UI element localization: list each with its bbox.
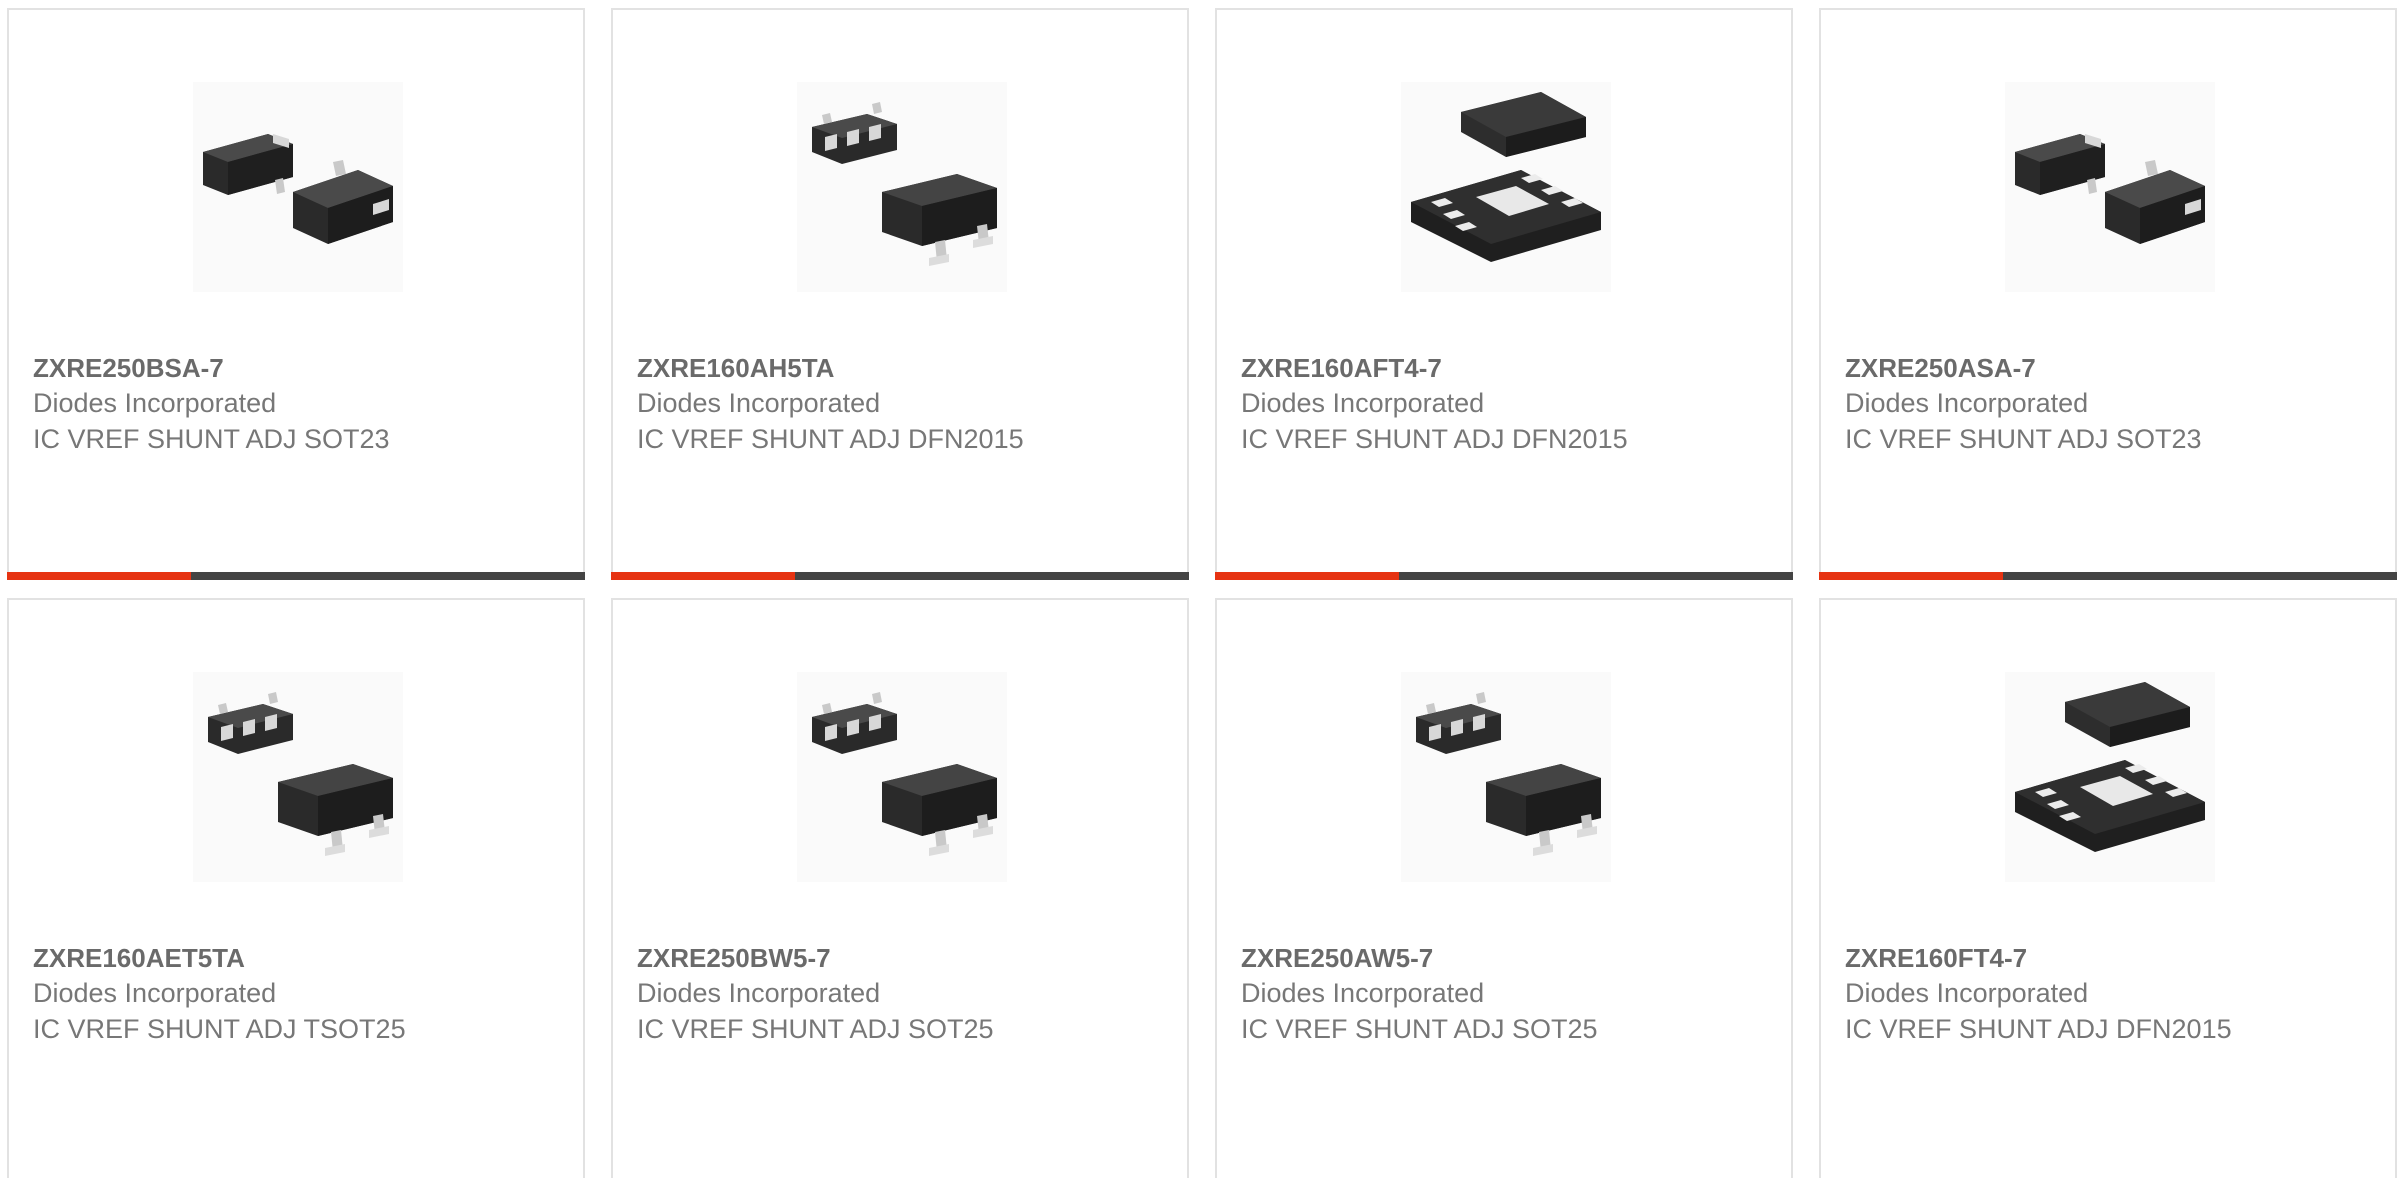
product-card[interactable]: ZXRE160FT4-7 Diodes Incorporated IC VREF…: [1819, 598, 2397, 1178]
product-info: ZXRE250ASA-7 Diodes Incorporated IC VREF…: [1845, 351, 2385, 457]
manufacturer: Diodes Incorporated: [33, 388, 277, 418]
manufacturer: Diodes Incorporated: [1241, 388, 1485, 418]
part-number[interactable]: ZXRE250AW5-7: [1241, 941, 1781, 975]
card-accent-bar: [1819, 572, 2003, 580]
product-image[interactable]: [1401, 82, 1611, 292]
manufacturer: Diodes Incorporated: [33, 978, 277, 1008]
product-info: ZXRE250BW5-7 Diodes Incorporated IC VREF…: [637, 941, 1177, 1047]
product-info: ZXRE250BSA-7 Diodes Incorporated IC VREF…: [33, 351, 573, 457]
card-bottom-bar: [7, 572, 585, 580]
description: IC VREF SHUNT ADJ DFN2015: [1845, 1014, 2232, 1044]
sot23-package-icon: [2005, 82, 2215, 292]
product-image[interactable]: [2005, 672, 2215, 882]
product-info: ZXRE160AH5TA Diodes Incorporated IC VREF…: [637, 351, 1177, 457]
card-bottom-bar: [611, 572, 1189, 580]
manufacturer: Diodes Incorporated: [1241, 978, 1485, 1008]
part-number[interactable]: ZXRE160FT4-7: [1845, 941, 2385, 975]
part-number[interactable]: ZXRE160AET5TA: [33, 941, 573, 975]
card-accent-bar: [1215, 572, 1399, 580]
description: IC VREF SHUNT ADJ SOT23: [1845, 424, 2202, 454]
product-card[interactable]: ZXRE160AET5TA Diodes Incorporated IC VRE…: [7, 598, 585, 1178]
product-grid: ZXRE250BSA-7 Diodes Incorporated IC VREF…: [0, 0, 2400, 1178]
dfn-package-icon: [2005, 672, 2215, 882]
sot25-package-icon: [797, 82, 1007, 292]
product-image[interactable]: [797, 82, 1007, 292]
sot25-package-icon: [193, 672, 403, 882]
sot23-package-icon: [193, 82, 403, 292]
product-card[interactable]: ZXRE160AFT4-7 Diodes Incorporated IC VRE…: [1215, 8, 1793, 580]
product-info: ZXRE160FT4-7 Diodes Incorporated IC VREF…: [1845, 941, 2385, 1047]
manufacturer: Diodes Incorporated: [1845, 978, 2089, 1008]
description: IC VREF SHUNT ADJ DFN2015: [637, 424, 1024, 454]
sot25-package-icon: [1401, 672, 1611, 882]
part-number[interactable]: ZXRE160AFT4-7: [1241, 351, 1781, 385]
card-accent-bar: [611, 572, 795, 580]
card-bottom-bar: [1819, 572, 2397, 580]
product-card[interactable]: ZXRE250ASA-7 Diodes Incorporated IC VREF…: [1819, 8, 2397, 580]
product-image[interactable]: [797, 672, 1007, 882]
card-accent-bar: [7, 572, 191, 580]
product-image[interactable]: [1401, 672, 1611, 882]
description: IC VREF SHUNT ADJ SOT23: [33, 424, 390, 454]
dfn-package-icon: [1401, 82, 1611, 292]
description: IC VREF SHUNT ADJ SOT25: [1241, 1014, 1598, 1044]
manufacturer: Diodes Incorporated: [1845, 388, 2089, 418]
product-info: ZXRE250AW5-7 Diodes Incorporated IC VREF…: [1241, 941, 1781, 1047]
product-card[interactable]: ZXRE250AW5-7 Diodes Incorporated IC VREF…: [1215, 598, 1793, 1178]
product-info: ZXRE160AET5TA Diodes Incorporated IC VRE…: [33, 941, 573, 1047]
product-image[interactable]: [193, 82, 403, 292]
part-number[interactable]: ZXRE250BSA-7: [33, 351, 573, 385]
part-number[interactable]: ZXRE250BW5-7: [637, 941, 1177, 975]
product-info: ZXRE160AFT4-7 Diodes Incorporated IC VRE…: [1241, 351, 1781, 457]
manufacturer: Diodes Incorporated: [637, 388, 881, 418]
sot25-package-icon: [797, 672, 1007, 882]
description: IC VREF SHUNT ADJ SOT25: [637, 1014, 994, 1044]
product-card[interactable]: ZXRE250BSA-7 Diodes Incorporated IC VREF…: [7, 8, 585, 580]
manufacturer: Diodes Incorporated: [637, 978, 881, 1008]
part-number[interactable]: ZXRE160AH5TA: [637, 351, 1177, 385]
product-image[interactable]: [2005, 82, 2215, 292]
product-card[interactable]: ZXRE250BW5-7 Diodes Incorporated IC VREF…: [611, 598, 1189, 1178]
product-card[interactable]: ZXRE160AH5TA Diodes Incorporated IC VREF…: [611, 8, 1189, 580]
card-bottom-bar: [1215, 572, 1793, 580]
part-number[interactable]: ZXRE250ASA-7: [1845, 351, 2385, 385]
product-image[interactable]: [193, 672, 403, 882]
description: IC VREF SHUNT ADJ DFN2015: [1241, 424, 1628, 454]
description: IC VREF SHUNT ADJ TSOT25: [33, 1014, 406, 1044]
